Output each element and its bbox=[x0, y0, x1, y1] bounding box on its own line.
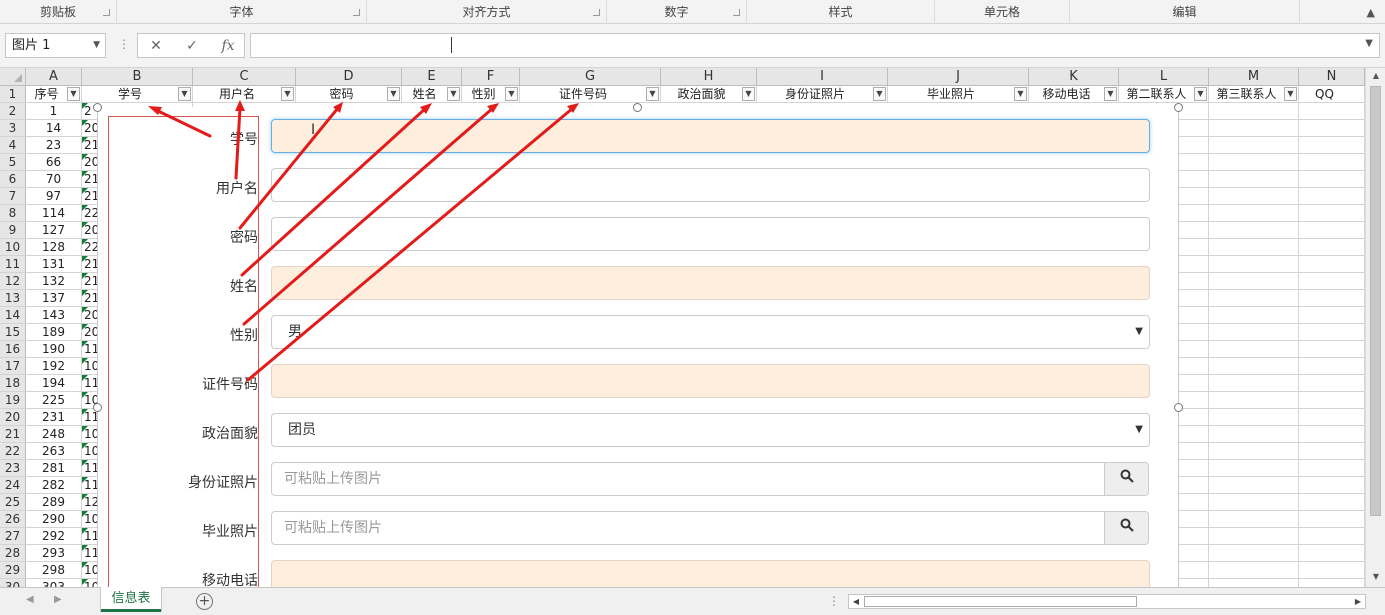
scroll-left-icon[interactable]: ◀ bbox=[849, 595, 863, 608]
vertical-scroll-thumb[interactable] bbox=[1370, 86, 1381, 516]
arrowhead-icon bbox=[235, 100, 245, 111]
arrow-student-id bbox=[154, 108, 212, 138]
excel-window: 剪贴板 字体 对齐方式 数字 样式 单元格 编辑 ▲ 图片 1 ▼ ⋮ ✕ ✓ f… bbox=[0, 0, 1385, 615]
plus-icon[interactable]: + bbox=[196, 593, 213, 610]
prev-sheet-icon[interactable]: ◀ bbox=[26, 594, 34, 605]
horizontal-scrollbar[interactable]: ◀ ▶ bbox=[848, 594, 1366, 609]
arrow-gender bbox=[242, 106, 495, 326]
scroll-down-icon[interactable]: ▼ bbox=[1370, 572, 1382, 584]
arrow-username bbox=[234, 106, 242, 180]
scroll-right-icon[interactable]: ▶ bbox=[1351, 595, 1365, 608]
sheet-tab-bar: ◀ ▶ 信息表 + ⋮ ◀ ▶ bbox=[0, 587, 1385, 615]
arrow-password bbox=[238, 106, 340, 230]
next-sheet-icon[interactable]: ▶ bbox=[54, 594, 62, 605]
split-handle-icon[interactable]: ⋮ bbox=[828, 594, 840, 608]
sheet-tab-info[interactable]: 信息表 bbox=[101, 587, 161, 612]
arrow-id-number bbox=[246, 106, 575, 382]
horizontal-scroll-thumb[interactable] bbox=[864, 596, 1137, 607]
annotation-arrows bbox=[148, 100, 579, 382]
arrowhead-icon bbox=[148, 106, 162, 115]
scroll-up-icon[interactable]: ▲ bbox=[1370, 71, 1382, 83]
vertical-scrollbar[interactable]: ▲ ▼ bbox=[1365, 68, 1385, 587]
